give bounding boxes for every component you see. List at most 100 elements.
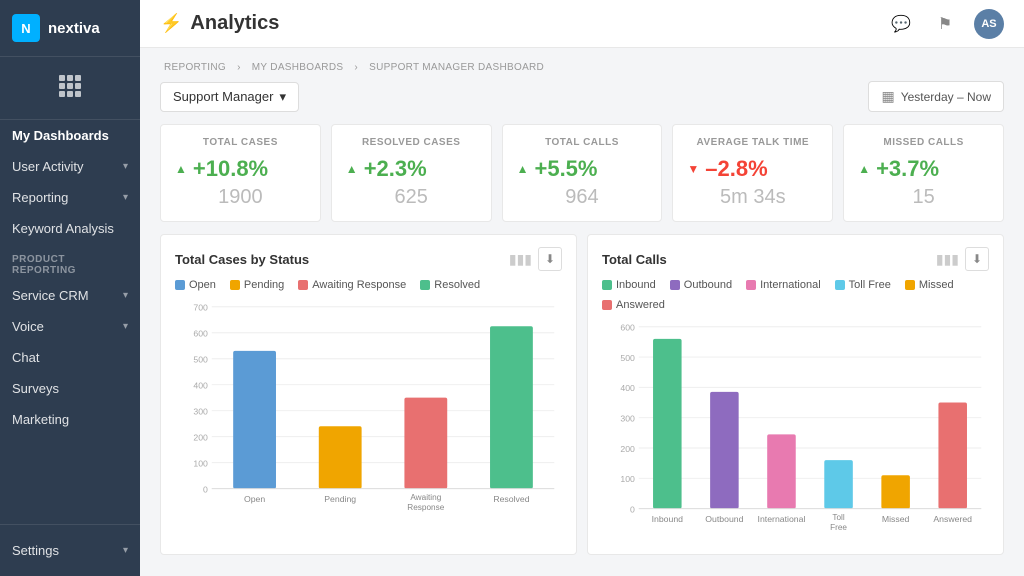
legend-item: Awaiting Response: [298, 279, 406, 291]
arrow-up-icon: ▲: [175, 162, 187, 176]
bar-chart-right: 0100200300400500600InboundOutboundIntern…: [602, 319, 989, 542]
arrow-up-icon: ▲: [517, 162, 529, 176]
stat-change-value: +5.5%: [534, 156, 597, 182]
stat-total-value: 5m 34s: [687, 186, 818, 209]
arrow-up-icon: ▲: [858, 162, 870, 176]
chat-icon[interactable]: 💬: [886, 9, 916, 39]
sidebar-apps-section[interactable]: [0, 57, 140, 120]
stat-change-row: ▲ +3.7%: [858, 156, 989, 182]
svg-text:500: 500: [620, 353, 635, 363]
svg-text:100: 100: [620, 474, 635, 484]
sidebar-item-voice[interactable]: Voice ▾: [0, 311, 140, 342]
legend-color-dot: [670, 280, 680, 290]
stat-change-value: –2.8%: [705, 156, 767, 182]
legend-color-dot: [602, 300, 612, 310]
sidebar-item-chat[interactable]: Chat: [0, 342, 140, 373]
chart-total-calls: Total Calls ▮▮▮ ⬇ InboundOutboundInterna…: [587, 234, 1004, 555]
sidebar-item-service-crm[interactable]: Service CRM ▾: [0, 280, 140, 311]
stat-card: RESOLVED CASES ▲ +2.3% 625: [331, 124, 492, 222]
stat-label: TOTAL CALLS: [517, 137, 648, 148]
chevron-icon: ▾: [123, 192, 128, 203]
content-area: REPORTING › MY DASHBOARDS › SUPPORT MANA…: [140, 48, 1024, 576]
sidebar-my-dashboards[interactable]: My Dashboards: [0, 120, 140, 151]
analytics-icon: ⚡: [160, 13, 182, 34]
sidebar-item-marketing[interactable]: Marketing: [0, 404, 140, 435]
stat-total-value: 15: [858, 186, 989, 209]
user-avatar[interactable]: AS: [974, 9, 1004, 39]
download-button-left[interactable]: ⬇: [538, 247, 562, 271]
chart-header-left: Total Cases by Status ▮▮▮ ⬇: [175, 247, 562, 271]
stat-card: AVERAGE TALK TIME ▼ –2.8% 5m 34s: [672, 124, 833, 222]
breadcrumb: REPORTING › MY DASHBOARDS › SUPPORT MANA…: [160, 62, 1004, 73]
svg-text:700: 700: [193, 303, 208, 313]
svg-text:200: 200: [193, 433, 208, 443]
svg-text:0: 0: [203, 484, 208, 494]
svg-text:200: 200: [620, 444, 635, 454]
page-title: Analytics: [190, 12, 886, 35]
product-reporting-label: PRODUCT REPORTING: [0, 244, 140, 280]
chevron-icon: ▾: [123, 290, 128, 301]
chart-title-right: Total Calls: [602, 252, 667, 267]
charts-row: Total Cases by Status ▮▮▮ ⬇ Open Pending A…: [160, 234, 1004, 555]
legend-color-dot: [175, 280, 185, 290]
legend-color-dot: [905, 280, 915, 290]
chevron-icon: ▾: [123, 545, 128, 556]
chevron-icon: ▾: [123, 161, 128, 172]
legend-item: Answered: [602, 299, 665, 311]
grid-icon: [59, 75, 81, 97]
svg-text:Free: Free: [830, 523, 847, 532]
stat-cards: TOTAL CASES ▲ +10.8% 1900 RESOLVED CASES…: [160, 124, 1004, 222]
svg-text:400: 400: [193, 381, 208, 391]
chevron-icon: ▾: [123, 321, 128, 332]
legend-item: International: [746, 279, 821, 291]
sidebar-logo: N nextiva: [0, 0, 140, 57]
stat-card: TOTAL CALLS ▲ +5.5% 964: [502, 124, 663, 222]
apps-launcher[interactable]: [0, 67, 140, 109]
sidebar-item-user-activity[interactable]: User Activity ▾: [0, 151, 140, 182]
sidebar-settings-section: Settings ▾: [0, 524, 140, 576]
svg-text:Outbound: Outbound: [705, 514, 743, 524]
sidebar-item-surveys[interactable]: Surveys: [0, 373, 140, 404]
sidebar-item-settings[interactable]: Settings ▾: [0, 535, 140, 566]
topbar: ⚡ Analytics 💬 ⚑ AS: [140, 0, 1024, 48]
svg-text:Inbound: Inbound: [652, 514, 684, 524]
legend-color-dot: [298, 280, 308, 290]
dashboard-selector[interactable]: Support Manager ▾: [160, 82, 299, 112]
stat-total-value: 964: [517, 186, 648, 209]
topbar-actions: 💬 ⚑ AS: [886, 9, 1004, 39]
download-button-right[interactable]: ⬇: [965, 247, 989, 271]
chart-title-left: Total Cases by Status: [175, 252, 309, 267]
arrow-down-icon: ▼: [687, 162, 699, 176]
svg-text:600: 600: [620, 323, 635, 333]
svg-text:Open: Open: [244, 494, 265, 504]
svg-text:International: International: [758, 514, 806, 524]
stat-change-row: ▲ +5.5%: [517, 156, 648, 182]
legend-item: Inbound: [602, 279, 656, 291]
svg-text:Response: Response: [407, 503, 444, 512]
logo-text: nextiva: [48, 20, 100, 37]
svg-text:300: 300: [620, 414, 635, 424]
chart-legend-right: InboundOutboundInternationalToll FreeMis…: [602, 279, 989, 311]
calendar-icon: ▦: [881, 88, 894, 105]
legend-color-dot: [746, 280, 756, 290]
logo-icon: N: [12, 14, 40, 42]
sidebar: N nextiva My Dashboards User Activity ▾ …: [0, 0, 140, 576]
svg-text:Awaiting: Awaiting: [410, 493, 441, 502]
bar-chart-icon[interactable]: ▮▮▮: [509, 251, 532, 268]
arrow-up-icon: ▲: [346, 162, 358, 176]
date-range-button[interactable]: ▦ Yesterday – Now: [868, 81, 1004, 112]
sidebar-item-reporting[interactable]: Reporting ▾: [0, 182, 140, 213]
stat-change-row: ▲ +10.8%: [175, 156, 306, 182]
stat-label: AVERAGE TALK TIME: [687, 137, 818, 148]
svg-text:Pending: Pending: [324, 494, 356, 504]
bar-chart-icon[interactable]: ▮▮▮: [936, 251, 959, 268]
flag-icon[interactable]: ⚑: [930, 9, 960, 39]
main-area: ⚡ Analytics 💬 ⚑ AS REPORTING › MY DASHBO…: [140, 0, 1024, 576]
stat-change-row: ▼ –2.8%: [687, 156, 818, 182]
bar-chart-left: 0100200300400500600700OpenPendingAwaitin…: [175, 299, 562, 522]
toolbar-row: Support Manager ▾ ▦ Yesterday – Now: [160, 81, 1004, 112]
sidebar-item-keyword-analysis[interactable]: Keyword Analysis: [0, 213, 140, 244]
legend-item: Resolved: [420, 279, 480, 291]
stat-label: MISSED CALLS: [858, 137, 989, 148]
stat-change-value: +2.3%: [364, 156, 427, 182]
